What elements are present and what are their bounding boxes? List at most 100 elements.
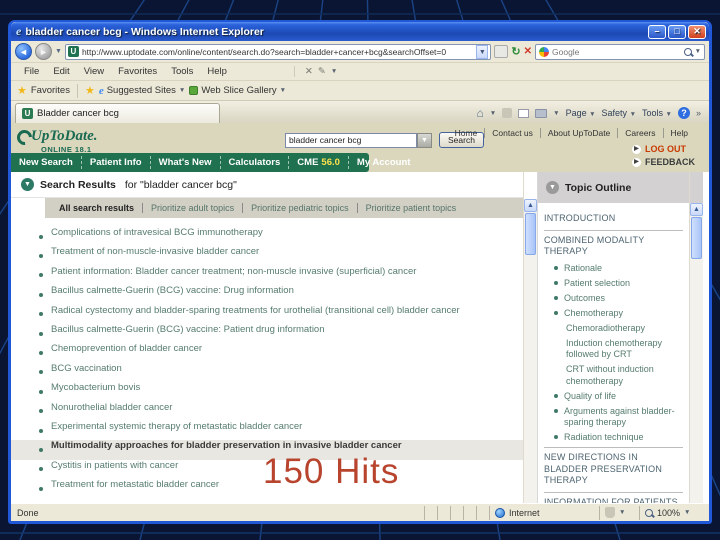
scrollbar-thumb[interactable] bbox=[691, 217, 702, 259]
addon-pen-icon[interactable]: ✎ bbox=[318, 66, 326, 77]
favorites-button[interactable]: Favorites bbox=[31, 85, 70, 96]
site-search-dropdown-icon[interactable]: ▼ bbox=[417, 133, 432, 148]
scrollbar-track[interactable] bbox=[690, 260, 703, 503]
address-dropdown-icon[interactable]: ▼ bbox=[476, 45, 488, 59]
page-menu[interactable]: Page ▼ bbox=[566, 108, 596, 118]
print-icon[interactable] bbox=[535, 109, 547, 118]
outline-entry[interactable]: NEW DIRECTIONS IN BLADDER PRESERVATION T… bbox=[544, 447, 683, 490]
site-nav-item[interactable]: Patient Info bbox=[82, 156, 151, 169]
site-nav-item[interactable]: New Search bbox=[11, 156, 82, 169]
result-item[interactable]: Bacillus calmette-Guerin (BCG) vaccine: … bbox=[11, 285, 523, 304]
refresh-button[interactable]: ↻ bbox=[511, 44, 520, 60]
outline-entry[interactable]: Chemoradiotherapy bbox=[544, 323, 683, 335]
site-top-link[interactable]: Home bbox=[448, 128, 485, 138]
search-options-icon[interactable]: ▼ bbox=[695, 48, 701, 55]
menu-item[interactable]: Favorites bbox=[111, 66, 164, 77]
menu-item[interactable]: Help bbox=[200, 66, 234, 77]
site-nav-item[interactable]: What's New bbox=[151, 156, 221, 169]
home-icon[interactable]: ⌂ bbox=[476, 106, 483, 120]
outline-entry[interactable]: Quality of life bbox=[544, 391, 683, 403]
addon-x-icon[interactable]: ✕ bbox=[305, 66, 313, 77]
results-filter-tab[interactable]: Prioritize pediatric topics bbox=[242, 203, 357, 213]
back-button[interactable]: ◄ bbox=[15, 43, 32, 60]
result-item[interactable]: Radical cystectomy and bladder-sparing t… bbox=[11, 305, 523, 324]
safety-menu[interactable]: Safety ▼ bbox=[602, 108, 636, 118]
site-nav-item[interactable]: My Account bbox=[349, 156, 418, 169]
menu-item[interactable]: Edit bbox=[46, 66, 76, 77]
stop-button[interactable]: ✕ bbox=[524, 44, 532, 60]
chevron-down-icon[interactable]: ▼ bbox=[490, 110, 496, 117]
site-nav-item[interactable]: Calculators bbox=[221, 156, 290, 169]
address-input[interactable] bbox=[82, 47, 476, 57]
restore-button[interactable]: □ bbox=[668, 25, 686, 39]
results-filter-tab[interactable]: Prioritize patient topics bbox=[357, 203, 465, 213]
scroll-up-button[interactable]: ▲ bbox=[524, 199, 537, 212]
result-item[interactable]: Nonurothelial bladder cancer bbox=[11, 402, 523, 421]
outline-entry[interactable]: Induction chemotherapy followed by CRT bbox=[544, 338, 683, 361]
outline-entry[interactable]: COMBINED MODALITY THERAPY bbox=[544, 230, 683, 261]
site-top-link[interactable]: Help bbox=[663, 128, 695, 138]
title-bar[interactable]: e bladder cancer bcg - Windows Internet … bbox=[11, 22, 709, 41]
scroll-up-button[interactable]: ▲ bbox=[690, 203, 703, 216]
menu-item[interactable]: Tools bbox=[164, 66, 200, 77]
collapse-arrow-icon[interactable]: ▼ bbox=[546, 181, 559, 194]
protected-mode-cell[interactable]: ▼ bbox=[599, 506, 639, 520]
result-item[interactable]: Experimental systemic therapy of metasta… bbox=[11, 421, 523, 440]
addon-dropdown-icon[interactable]: ▼ bbox=[331, 68, 337, 75]
logout-link[interactable]: ▶ LOG OUT bbox=[632, 144, 695, 154]
result-item[interactable]: BCG vaccination bbox=[11, 363, 523, 382]
zoom-dropdown-icon[interactable]: ▼ bbox=[684, 509, 690, 516]
outline-entry[interactable]: Arguments against bladder-sparing therap… bbox=[544, 406, 683, 429]
results-scrollbar[interactable]: ▲ ▼ bbox=[523, 172, 537, 503]
uptodate-logo[interactable]: UpToDate. ONLINE 18.1 bbox=[23, 128, 98, 154]
site-top-link[interactable]: About UpToDate bbox=[540, 128, 617, 138]
browser-tab[interactable]: U Bladder cancer bcg bbox=[15, 103, 220, 123]
forward-button[interactable]: ► bbox=[35, 43, 52, 60]
result-item[interactable]: Chemoprevention of bladder cancer bbox=[11, 343, 523, 362]
compatibility-view-icon[interactable] bbox=[494, 45, 508, 58]
site-search-input[interactable] bbox=[285, 133, 417, 148]
history-dropdown-icon[interactable]: ▼ bbox=[55, 48, 62, 55]
outline-entry[interactable]: CRT without induction chemotherapy bbox=[544, 364, 683, 387]
search-box[interactable]: Google ▼ bbox=[535, 44, 705, 60]
zoom-cell[interactable]: 100% ▼ bbox=[639, 506, 709, 520]
menu-item[interactable]: File bbox=[17, 66, 46, 77]
overflow-chevron-icon[interactable]: » bbox=[696, 108, 701, 118]
outline-entry[interactable]: Chemotherapy bbox=[544, 308, 683, 320]
result-item[interactable]: Patient information: Bladder cancer trea… bbox=[11, 266, 523, 285]
favorites-link-suggested-sites[interactable]: e Suggested Sites ▼ bbox=[99, 85, 186, 97]
minimize-button[interactable]: – bbox=[648, 25, 666, 39]
add-favorite-icon[interactable]: ★ bbox=[85, 84, 95, 97]
outline-entry[interactable]: INFORMATION FOR PATIENTS bbox=[544, 492, 683, 504]
scrollbar-thumb[interactable] bbox=[525, 213, 536, 255]
help-icon[interactable]: ? bbox=[678, 107, 690, 119]
outline-entry[interactable]: Radiation technique bbox=[544, 432, 683, 444]
results-filter-tab[interactable]: All search results bbox=[51, 203, 142, 213]
close-button[interactable]: ✕ bbox=[688, 25, 706, 39]
menu-item[interactable]: View bbox=[77, 66, 111, 77]
site-nav-item[interactable]: CME 56.0 bbox=[289, 156, 349, 169]
result-item[interactable]: Bacillus calmette-Guerin (BCG) vaccine: … bbox=[11, 324, 523, 343]
site-top-link[interactable]: Contact us bbox=[484, 128, 540, 138]
result-item[interactable]: Treatment of non-muscle-invasive bladder… bbox=[11, 246, 523, 265]
outline-entry[interactable]: Outcomes bbox=[544, 293, 683, 305]
results-filter-tab[interactable]: Prioritize adult topics bbox=[142, 203, 242, 213]
read-mail-icon[interactable] bbox=[518, 109, 529, 118]
outline-entry[interactable]: Rationale bbox=[544, 263, 683, 275]
search-magnifier-icon[interactable] bbox=[684, 48, 692, 56]
result-item[interactable]: Complications of intravesical BCG immuno… bbox=[11, 227, 523, 246]
tools-menu[interactable]: Tools ▼ bbox=[642, 108, 672, 118]
chevron-down-icon: ▼ bbox=[630, 111, 636, 118]
favorites-link-webslice-gallery[interactable]: Web Slice Gallery ▼ bbox=[189, 85, 286, 96]
address-field[interactable]: U ▼ bbox=[65, 44, 491, 60]
scrollbar-track[interactable] bbox=[524, 256, 537, 503]
collapse-arrow-icon[interactable]: ▼ bbox=[21, 178, 34, 191]
sidebar-scrollbar[interactable]: ▲ ▼ bbox=[689, 172, 703, 503]
outline-entry[interactable]: Patient selection bbox=[544, 278, 683, 290]
feed-icon[interactable] bbox=[502, 108, 512, 118]
result-item[interactable]: Mycobacterium bovis bbox=[11, 382, 523, 401]
feedback-link[interactable]: ▶ FEEDBACK bbox=[632, 157, 695, 167]
outline-entry[interactable]: INTRODUCTION bbox=[544, 209, 683, 228]
site-top-link[interactable]: Careers bbox=[617, 128, 662, 138]
chevron-down-icon[interactable]: ▼ bbox=[553, 110, 559, 117]
